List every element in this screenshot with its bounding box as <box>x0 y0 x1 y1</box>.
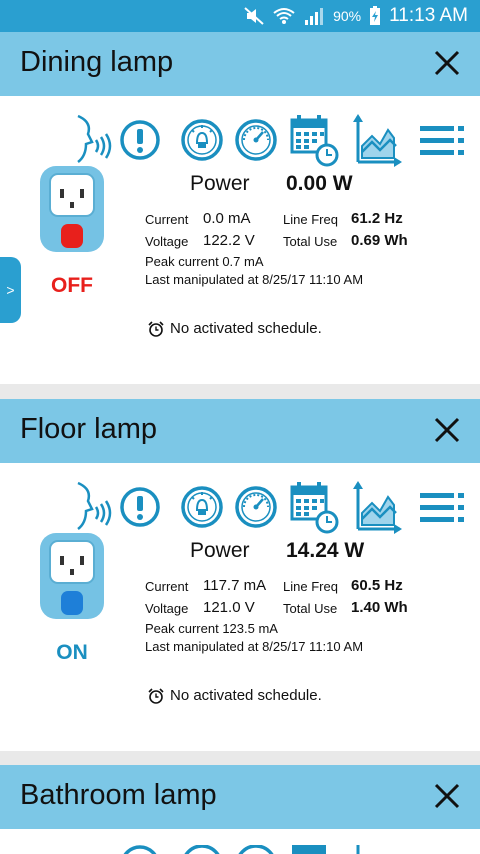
schedule-text: No activated schedule. <box>170 687 322 704</box>
total-use-label: Total Use <box>283 234 338 249</box>
light-icon[interactable] <box>181 486 223 528</box>
plug-toggle-icon[interactable] <box>40 533 104 619</box>
device-action-icons <box>77 481 464 534</box>
plug-toggle-icon[interactable] <box>40 166 104 252</box>
light-icon[interactable] <box>183 845 221 854</box>
line-freq-value: 60.5 Hz <box>351 577 403 594</box>
line-freq-label: Line Freq <box>283 212 338 227</box>
alert-icon[interactable] <box>120 487 160 527</box>
device-card: Floor lamp ON Power 14.24 W Current 117.… <box>0 399 480 751</box>
current-label: Current <box>145 212 189 227</box>
device-name: Bathroom lamp <box>20 779 217 811</box>
voltage-value: 121.0 V <box>203 599 255 616</box>
menu-list-icon[interactable] <box>420 493 464 522</box>
chart-icon[interactable] <box>353 114 402 167</box>
gauge-icon[interactable] <box>235 486 277 528</box>
peak-current: Peak current 0.7 mA <box>145 254 264 269</box>
device-name: Floor lamp <box>20 413 157 445</box>
voice-icon[interactable] <box>77 114 112 163</box>
device-card: Bathroom lamp <box>0 765 480 854</box>
schedule-calendar-icon[interactable] <box>290 115 339 167</box>
device-action-icons <box>77 114 464 167</box>
close-icon[interactable] <box>432 48 462 78</box>
voice-icon[interactable] <box>77 481 112 530</box>
peak-current: Peak current 123.5 mA <box>145 621 278 636</box>
voltage-value: 122.2 V <box>203 232 255 249</box>
gauge-icon[interactable] <box>235 119 277 161</box>
status-bar: 90% 11:13 AM <box>0 0 480 32</box>
close-icon[interactable] <box>432 415 462 445</box>
wifi-icon <box>273 8 295 24</box>
power-state-label: OFF <box>51 274 93 297</box>
close-icon[interactable] <box>432 781 462 811</box>
power-state-label: ON <box>56 641 88 664</box>
last-manipulated: Last manipulated at 8/25/17 11:10 AM <box>145 272 364 287</box>
alarm-clock-icon <box>148 687 164 704</box>
power-label: Power <box>190 172 250 195</box>
current-value: 0.0 mA <box>203 210 251 227</box>
voltage-label: Voltage <box>145 234 189 249</box>
schedule-calendar-icon[interactable] <box>290 482 339 534</box>
alarm-clock-icon <box>148 320 164 337</box>
device-card: Dining lamp OFF Power 0.00 W Current 0.0… <box>0 32 480 384</box>
schedule-calendar-icon[interactable] <box>292 845 326 854</box>
drawer-expand-tab[interactable]: > <box>0 257 21 323</box>
current-label: Current <box>145 579 189 594</box>
schedule-status: No activated schedule. <box>148 320 322 337</box>
last-manipulated: Last manipulated at 8/25/17 11:10 AM <box>145 639 364 654</box>
voltage-label: Voltage <box>145 601 189 616</box>
light-icon[interactable] <box>181 119 223 161</box>
power-value: 14.24 W <box>286 539 365 562</box>
card-header: Dining lamp <box>0 32 480 96</box>
device-action-icons <box>122 845 360 854</box>
gauge-icon[interactable] <box>237 845 275 854</box>
line-freq-label: Line Freq <box>283 579 338 594</box>
chart-icon[interactable] <box>353 481 402 534</box>
clock: 11:13 AM <box>389 5 468 26</box>
total-use-value: 0.69 Wh <box>351 232 408 249</box>
current-value: 117.7 mA <box>203 577 267 594</box>
device-name: Dining lamp <box>20 46 174 78</box>
card-header: Bathroom lamp <box>0 765 480 829</box>
total-use-value: 1.40 Wh <box>351 599 408 616</box>
power-value: 0.00 W <box>286 172 353 195</box>
battery-charging-icon <box>370 6 381 25</box>
schedule-text: No activated schedule. <box>170 320 322 337</box>
battery-percentage: 90% <box>333 8 362 24</box>
alert-icon[interactable] <box>120 120 160 160</box>
power-label: Power <box>190 539 250 562</box>
card-header: Floor lamp <box>0 399 480 463</box>
total-use-label: Total Use <box>283 601 338 616</box>
alert-icon[interactable] <box>122 845 158 854</box>
menu-list-icon[interactable] <box>420 126 464 155</box>
schedule-status: No activated schedule. <box>148 687 322 704</box>
line-freq-value: 61.2 Hz <box>351 210 403 227</box>
mute-icon <box>244 7 264 25</box>
signal-icon <box>305 8 324 25</box>
